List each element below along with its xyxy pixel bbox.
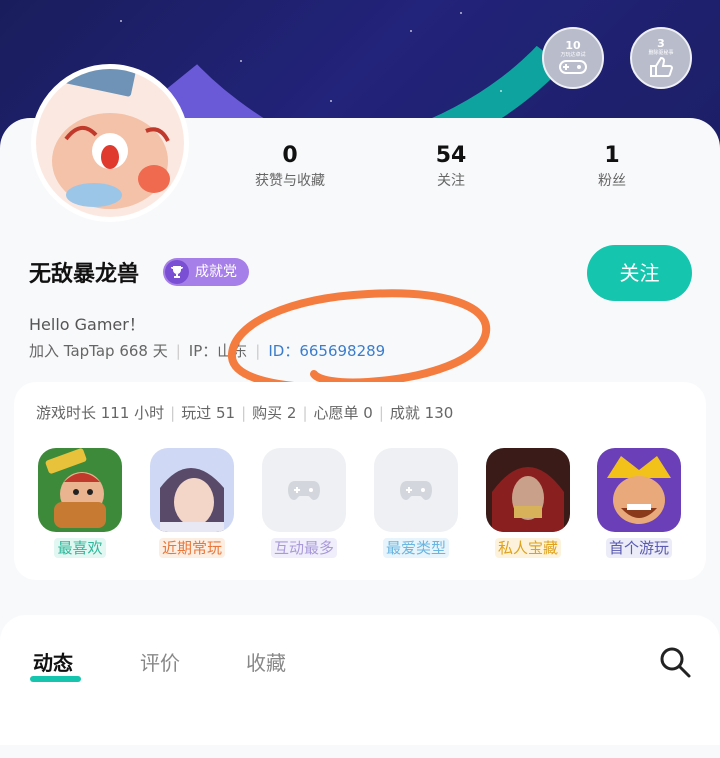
cartoon-cat-avatar-icon	[36, 69, 184, 217]
stat-likes[interactable]: 0 获赞与收藏	[230, 143, 350, 191]
star	[460, 12, 462, 14]
annotation-circle	[228, 289, 491, 392]
star	[410, 30, 412, 32]
content-tabs: 动态 评价 收藏	[0, 615, 720, 745]
achievement-badge-thumb[interactable]: 3 删除驱秘事	[630, 27, 692, 89]
thumbs-up-icon	[650, 56, 674, 77]
game-category-label: 首个游玩	[605, 538, 672, 558]
star	[330, 100, 332, 102]
game-category-label: 最喜欢	[54, 538, 106, 558]
stat-value: 0	[282, 143, 298, 168]
game-category-label: 近期常玩	[158, 538, 225, 558]
game-stats-row: 游戏时长 111 小时 | 玩过 51 | 购买 2 | 心愿单 0 | 成就 130	[36, 404, 454, 422]
assassin-game-icon	[486, 448, 570, 532]
play-time[interactable]: 游戏时长 111 小时	[36, 404, 164, 422]
stat-label: 关注	[437, 173, 465, 189]
game-category-label: 私人宝藏	[494, 538, 561, 558]
user-bio: Hello Gamer！	[29, 315, 145, 334]
game-category-label: 最爱类型	[382, 538, 449, 558]
achievement-label: 成就党	[195, 264, 237, 280]
badge-count: 3	[657, 37, 665, 50]
follow-button[interactable]: 关注	[587, 245, 692, 301]
stat-label: 粉丝	[598, 173, 626, 189]
star	[120, 20, 122, 22]
badge-count: 10	[565, 39, 581, 52]
gamepad-placeholder-icon	[374, 448, 458, 532]
stat-followers[interactable]: 1 粉丝	[552, 143, 672, 191]
purchased-count[interactable]: 购买 2	[252, 404, 296, 422]
game-favorite-type[interactable]: 最爱类型	[373, 448, 459, 558]
achievement-tag[interactable]: 成就党	[163, 258, 249, 286]
active-tab-indicator	[30, 676, 81, 682]
romance-game-icon	[150, 448, 234, 532]
star	[240, 60, 242, 62]
played-count[interactable]: 玩过 51	[181, 404, 235, 422]
achievement-badge-gamepad[interactable]: 10 万玩达卓试	[542, 27, 604, 89]
stat-value: 54	[435, 143, 467, 168]
game-interaction[interactable]: 互动最多	[261, 448, 347, 558]
joined-days: 加入 TapTap 668 天	[29, 342, 168, 360]
clash-game-icon	[597, 448, 681, 532]
game-recent[interactable]: 近期常玩	[149, 448, 235, 558]
stat-label: 获赞与收藏	[255, 173, 325, 189]
tab-feed[interactable]: 动态	[33, 647, 73, 676]
game-treasure[interactable]: 私人宝藏	[485, 448, 571, 558]
username: 无敌暴龙兽	[29, 262, 140, 287]
gamepad-placeholder-icon	[262, 448, 346, 532]
stat-value: 1	[604, 143, 620, 168]
wishlist-count[interactable]: 心愿单 0	[314, 404, 373, 422]
game-category-label: 互动最多	[270, 538, 337, 558]
game-stats-card: 游戏时长 111 小时 | 玩过 51 | 购买 2 | 心愿单 0 | 成就 130 最喜欢 …	[14, 382, 706, 580]
achievement-count[interactable]: 成就 130	[390, 404, 453, 422]
star	[500, 90, 502, 92]
avatar[interactable]	[31, 64, 189, 222]
stat-following[interactable]: 54 关注	[391, 143, 511, 191]
shawarma-game-icon	[38, 448, 122, 532]
game-first-played[interactable]: 首个游玩	[596, 448, 682, 558]
gamepad-icon	[559, 60, 587, 74]
search-icon[interactable]	[658, 645, 692, 679]
game-favorite[interactable]: 最喜欢	[37, 448, 123, 558]
trophy-icon	[165, 260, 189, 284]
tab-collections[interactable]: 收藏	[246, 647, 286, 676]
tab-reviews[interactable]: 评价	[140, 647, 180, 676]
